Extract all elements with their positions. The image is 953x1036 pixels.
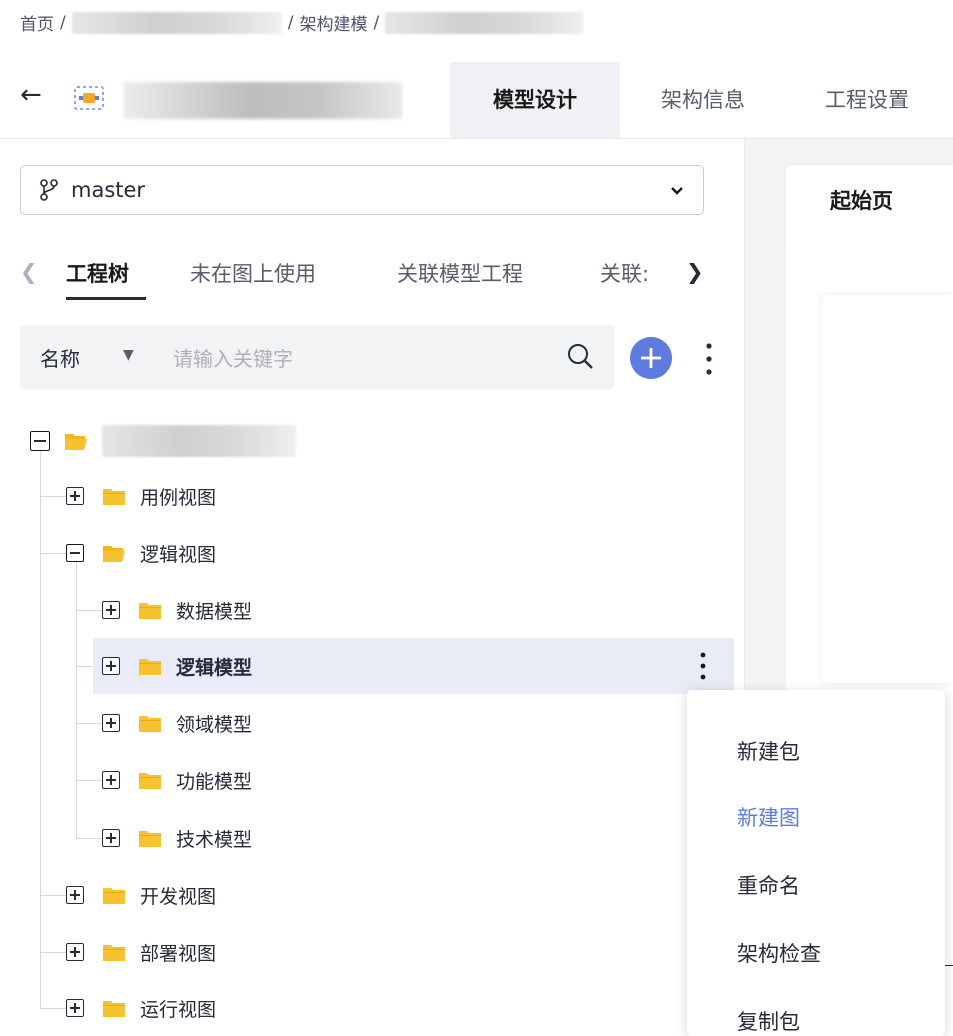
- tree-search: 名称 ▼ 请输入关键字: [20, 325, 614, 389]
- expand-icon[interactable]: [102, 771, 120, 789]
- tab-architecture-info[interactable]: 架构信息: [636, 62, 770, 138]
- tree-node[interactable]: 开发视图: [66, 867, 666, 923]
- folder-open-icon: [103, 545, 125, 562]
- scroll-right-icon[interactable]: ❯: [686, 260, 704, 284]
- expand-icon[interactable]: [102, 829, 120, 847]
- folder-icon: [139, 715, 161, 732]
- breadcrumb-separator: /: [60, 12, 66, 33]
- divider: [945, 965, 953, 966]
- root-name-redacted: [102, 425, 296, 457]
- add-button[interactable]: [630, 337, 672, 379]
- branch-select[interactable]: master: [20, 165, 704, 215]
- folder-icon: [103, 1000, 125, 1017]
- breadcrumb-modeling[interactable]: 架构建模: [299, 10, 367, 35]
- context-menu: 新建包 新建图 重命名 架构检查 复制包: [687, 690, 945, 1036]
- active-subtab-underline: [66, 297, 146, 300]
- branch-name: master: [71, 178, 146, 202]
- tree-node-label: 逻辑视图: [140, 543, 217, 566]
- collapse-icon[interactable]: [66, 544, 84, 562]
- breadcrumb-redacted-current: [385, 11, 584, 34]
- tree-node[interactable]: 领域模型: [102, 695, 662, 751]
- tree-node-label: 用例视图: [140, 486, 217, 509]
- expand-icon[interactable]: [102, 657, 120, 675]
- folder-icon: [139, 602, 161, 619]
- tree-node-label: 数据模型: [176, 600, 253, 623]
- menu-item-new-package[interactable]: 新建包: [737, 736, 800, 766]
- expand-icon[interactable]: [102, 601, 120, 619]
- tree-node[interactable]: 运行视图: [66, 980, 666, 1036]
- search-icon[interactable]: [566, 342, 594, 370]
- folder-icon: [139, 658, 161, 675]
- menu-item-copy-package[interactable]: 复制包: [737, 1006, 800, 1036]
- caret-down-icon[interactable]: ▼: [123, 347, 134, 363]
- sidebar-subtabs: ❮ 工程树 未在图上使用 关联模型工程 关联: ❯: [20, 258, 720, 298]
- tree-node-label: 领域模型: [176, 713, 253, 736]
- subtab-project-tree[interactable]: 工程树: [66, 258, 129, 288]
- tree-node-label: 运行视图: [140, 998, 217, 1021]
- subtab-linked-more[interactable]: 关联:: [600, 258, 660, 288]
- breadcrumb-home[interactable]: 首页: [20, 10, 54, 35]
- folder-icon: [139, 772, 161, 789]
- expand-icon[interactable]: [66, 999, 84, 1017]
- project-name-redacted: [124, 82, 402, 119]
- folder-open-icon: [65, 433, 87, 450]
- tree-node-selected[interactable]: 逻辑模型: [93, 638, 734, 694]
- tree-node-label: 开发视图: [140, 885, 217, 908]
- tree-node-label: 逻辑模型: [176, 656, 253, 679]
- tree-node[interactable]: 部署视图: [66, 924, 666, 980]
- folder-icon: [103, 944, 125, 961]
- search-field-select[interactable]: 名称: [40, 343, 80, 372]
- subtab-unused[interactable]: 未在图上使用: [190, 258, 316, 288]
- subtab-linked-models[interactable]: 关联模型工程: [397, 258, 523, 288]
- breadcrumb-separator: /: [287, 12, 294, 33]
- menu-item-rename[interactable]: 重命名: [737, 870, 800, 900]
- menu-item-architecture-check[interactable]: 架构检查: [737, 938, 821, 968]
- tree-node-label: 部署视图: [140, 942, 217, 965]
- expand-icon[interactable]: [66, 487, 84, 505]
- tab-project-settings[interactable]: 工程设置: [800, 62, 934, 138]
- breadcrumb: 首页 / / 架构建模 /: [20, 10, 584, 35]
- start-tab-label: 起始页: [830, 189, 893, 213]
- folder-icon: [103, 887, 125, 904]
- tree-node[interactable]: 数据模型: [102, 582, 722, 638]
- tab-start-page[interactable]: 起始页: [786, 165, 953, 245]
- breadcrumb-separator: /: [373, 12, 380, 33]
- project-model-icon: [74, 86, 104, 110]
- tab-model-design[interactable]: 模型设计: [450, 62, 620, 138]
- tree-node[interactable]: 逻辑视图: [66, 525, 726, 581]
- tree-node-label: 功能模型: [176, 770, 253, 793]
- scroll-left-icon[interactable]: ❮: [20, 260, 38, 284]
- tree-root[interactable]: [30, 413, 430, 469]
- tree-node[interactable]: 用例视图: [66, 468, 726, 524]
- chevron-down-icon: [671, 187, 683, 195]
- breadcrumb-redacted-project[interactable]: [71, 11, 282, 34]
- git-branch-icon: [40, 179, 58, 201]
- menu-item-new-diagram[interactable]: 新建图: [737, 802, 800, 832]
- expand-icon[interactable]: [102, 714, 120, 732]
- back-arrow-icon[interactable]: ←: [20, 80, 42, 110]
- search-input[interactable]: 请输入关键字: [173, 343, 293, 372]
- node-more-icon[interactable]: [700, 652, 706, 680]
- start-page-card: [822, 295, 953, 683]
- expand-icon[interactable]: [66, 886, 84, 904]
- tree-node[interactable]: 技术模型: [102, 810, 662, 866]
- folder-icon: [103, 488, 125, 505]
- expand-icon[interactable]: [66, 943, 84, 961]
- collapse-icon[interactable]: [30, 431, 50, 451]
- more-options-icon[interactable]: [704, 341, 714, 377]
- tree-node[interactable]: 功能模型: [102, 752, 662, 808]
- folder-icon: [139, 830, 161, 847]
- tree-node-label: 技术模型: [176, 828, 253, 851]
